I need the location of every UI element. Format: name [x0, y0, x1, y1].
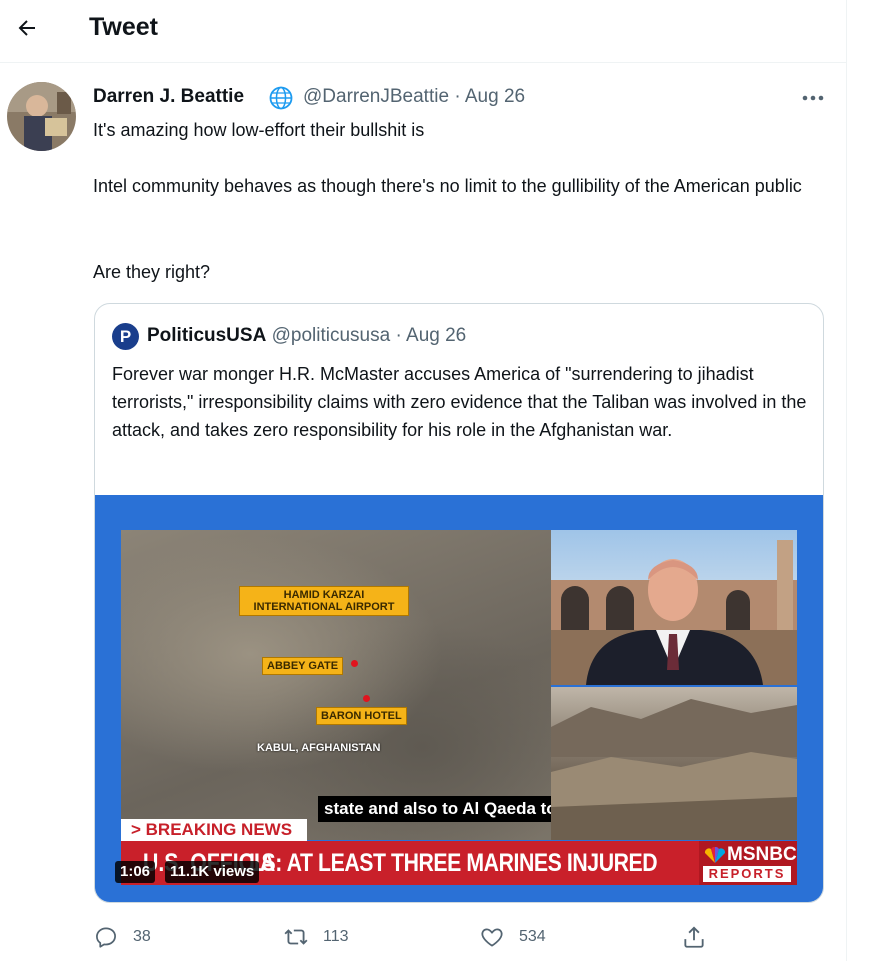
network-name: MSNBC [727, 844, 797, 865]
tweet-author-row: Darren J. Beattie @DarrenJBeattie · Aug … [93, 84, 838, 112]
meta-separator: · [454, 86, 461, 107]
retweet-count: 113 [323, 928, 349, 945]
terrain-panel [551, 687, 797, 840]
video-views: 11.1K views [165, 861, 260, 883]
map-marker [351, 660, 358, 667]
author-name[interactable]: Darren J. Beattie [93, 86, 244, 108]
map-marker [363, 695, 370, 702]
like-button[interactable]: 534 [479, 918, 546, 956]
tweet-text-line-1: It's amazing how low-effort their bullsh… [93, 120, 425, 140]
video-subtitle: state and also to Al Qaeda to. [318, 796, 551, 822]
avatar-image [7, 82, 76, 151]
map-label-airport: HAMID KARZAI INTERNATIONAL AIRPORT [239, 586, 409, 616]
reply-count: 38 [133, 928, 151, 945]
speaker-panel [551, 530, 797, 685]
quote-handle: @politicususa [271, 325, 391, 346]
reply-icon [96, 927, 116, 948]
map-panel: HAMID KARZAI INTERNATIONAL AIRPORT ABBEY… [121, 530, 551, 840]
peacock-icon [704, 847, 726, 863]
tweet-text-line-3: Are they right? [93, 262, 211, 282]
map-label-abbey-gate: ABBEY GATE [262, 657, 344, 675]
header: Tweet [0, 0, 846, 63]
heart-icon [481, 928, 503, 947]
share-icon [684, 926, 704, 948]
author-handle[interactable]: @DarrenJBeattie [303, 86, 449, 107]
like-count: 534 [519, 928, 546, 945]
avatar[interactable] [7, 82, 76, 151]
map-caption: KABUL, AFGHANISTAN [257, 742, 381, 754]
ticker-text: LS: AT LEAST THREE MARINES INJURED [249, 849, 658, 877]
quote-author-row: PoliticusUSA @politicususa · Aug 26 [147, 325, 466, 347]
network-sub: REPORTS [703, 866, 791, 882]
video-duration: 1:06 [115, 861, 156, 883]
reply-button[interactable]: 38 [93, 918, 151, 956]
quote-text: Forever war monger H.R. McMaster accuses… [112, 364, 807, 440]
share-button[interactable] [681, 918, 707, 956]
page-title: Tweet [89, 13, 158, 41]
more-horizontal-icon [802, 95, 824, 101]
msnbc-logo: MSNBC REPORTS [699, 841, 797, 885]
author-meta: @DarrenJBeattie · Aug 26 [303, 86, 525, 108]
column-divider [846, 0, 847, 961]
map-label-baron-hotel: BARON HOTEL [316, 707, 407, 725]
retweet-button[interactable]: 113 [283, 918, 349, 956]
tweet-actions: 38 113 534 [93, 918, 813, 956]
breaking-news-label: > BREAKING NEWS [121, 819, 307, 841]
quote-separator: · [395, 325, 402, 346]
globe-icon [268, 85, 294, 111]
tweet-date[interactable]: Aug 26 [465, 86, 525, 107]
more-button[interactable] [798, 84, 828, 112]
back-button[interactable] [10, 11, 44, 45]
video-player[interactable]: HAMID KARZAI INTERNATIONAL AIRPORT ABBEY… [95, 495, 823, 902]
quote-avatar: P [112, 323, 139, 350]
tweet-text-line-2: Intel community behaves as though there'… [93, 176, 802, 196]
quote-author-name: PoliticusUSA [147, 325, 267, 346]
quoted-tweet[interactable]: P PoliticusUSA @politicususa · Aug 26 Fo… [94, 303, 824, 903]
quote-date: Aug 26 [406, 325, 467, 346]
retweet-icon [284, 929, 308, 945]
arrow-left-icon [18, 20, 35, 36]
